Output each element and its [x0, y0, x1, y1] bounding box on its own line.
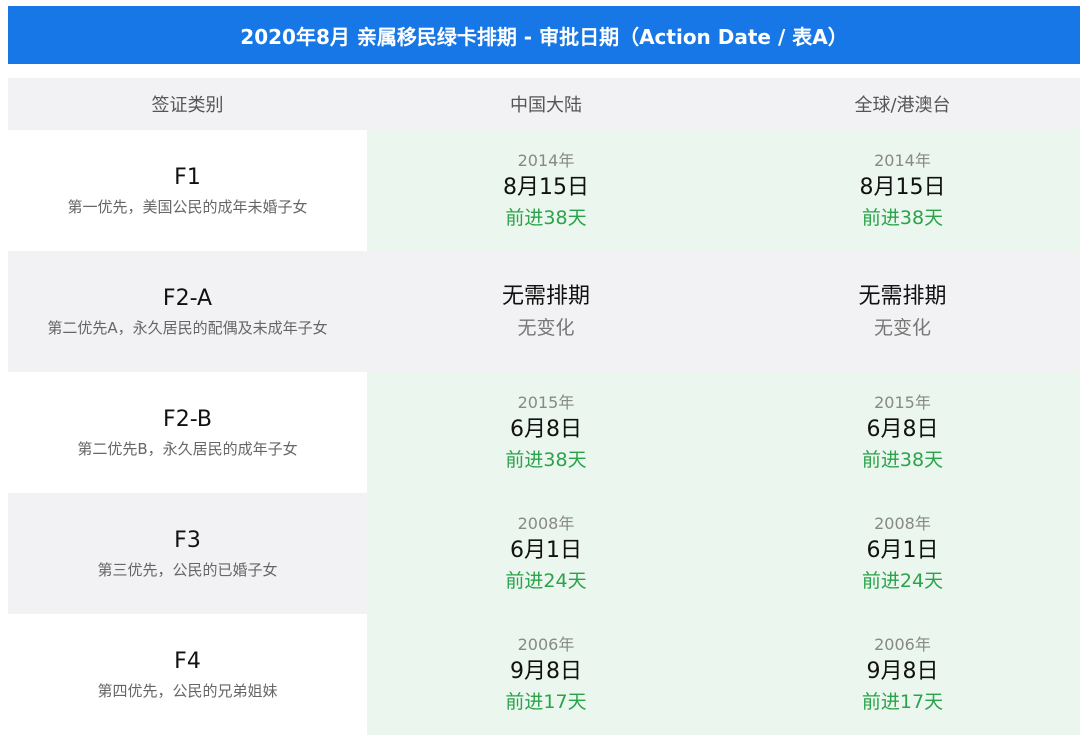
china-cell: 无需排期 无变化: [367, 251, 725, 372]
world-cell: 无需排期 无变化: [725, 251, 1080, 372]
change: 前进24天: [505, 569, 587, 592]
change: 前进17天: [505, 690, 587, 713]
world-cell: 2006年 9月8日 前进17天: [725, 614, 1080, 735]
column-header-category: 签证类别: [151, 95, 224, 116]
table-header-row: 签证类别 中国大陆 全球/港澳台: [8, 78, 1080, 130]
change: 前进38天: [505, 206, 587, 229]
category-cell: F1 第一优先，美国公民的成年未婚子女: [8, 130, 367, 251]
change: 前进38天: [505, 448, 587, 471]
world-cell: 2008年 6月1日 前进24天: [725, 493, 1080, 614]
world-cell: 2015年 6月8日 前进38天: [725, 372, 1080, 493]
change: 无变化: [873, 316, 931, 339]
category-code: F1: [174, 164, 201, 190]
date: 6月1日: [510, 537, 582, 563]
category-cell: F2-A 第二优先A，永久居民的配偶及未成年子女: [8, 251, 367, 372]
no-wait: 无需排期: [858, 283, 947, 309]
date: 8月15日: [503, 174, 589, 200]
category-desc: 第一优先，美国公民的成年未婚子女: [67, 197, 308, 216]
category-desc: 第二优先B，永久居民的成年子女: [77, 439, 298, 458]
column-header-world: 全球/港澳台: [854, 95, 951, 116]
change: 前进24天: [861, 569, 944, 592]
visa-bulletin-table: 签证类别 中国大陆 全球/港澳台 F1 第一优先，美国公民的成年未婚子女 201…: [8, 78, 1080, 735]
column-header-china: 中国大陆: [510, 95, 582, 116]
category-cell: F2-B 第二优先B，永久居民的成年子女: [8, 372, 367, 493]
year: 2008年: [517, 513, 575, 533]
category-cell: F3 第三优先，公民的已婚子女: [8, 493, 367, 614]
change: 无变化: [517, 316, 575, 339]
year: 2006年: [874, 634, 931, 654]
date: 6月8日: [866, 416, 939, 442]
table-row-f4: F4 第四优先，公民的兄弟姐妹 2006年 9月8日 前进17天 2006年 9…: [8, 614, 1080, 735]
year: 2008年: [874, 513, 931, 533]
year: 2015年: [517, 392, 575, 412]
table-title: 2020年8月 亲属移民绿卡排期 - 审批日期（Action Date / 表A…: [8, 6, 1080, 64]
table-row-f3: F3 第三优先，公民的已婚子女 2008年 6月1日 前进24天 2008年 6…: [8, 493, 1080, 614]
date: 6月8日: [510, 416, 582, 442]
category-code: F2-B: [163, 406, 212, 432]
year: 2006年: [517, 634, 575, 654]
date: 9月8日: [510, 658, 582, 684]
date: 9月8日: [866, 658, 939, 684]
china-cell: 2015年 6月8日 前进38天: [367, 372, 725, 493]
year: 2014年: [517, 150, 575, 170]
change: 前进38天: [861, 448, 944, 471]
category-desc: 第二优先A，永久居民的配偶及未成年子女: [47, 318, 328, 337]
no-wait: 无需排期: [501, 283, 590, 309]
change: 前进38天: [861, 206, 944, 229]
year: 2015年: [874, 392, 931, 412]
china-cell: 2006年 9月8日 前进17天: [367, 614, 725, 735]
category-desc: 第三优先，公民的已婚子女: [97, 560, 278, 579]
table-row-f1: F1 第一优先，美国公民的成年未婚子女 2014年 8月15日 前进38天 20…: [8, 130, 1080, 251]
year: 2014年: [874, 150, 931, 170]
change: 前进17天: [861, 690, 944, 713]
date: 6月1日: [866, 537, 939, 563]
china-cell: 2014年 8月15日 前进38天: [367, 130, 725, 251]
date: 8月15日: [859, 174, 946, 200]
category-code: F2-A: [162, 285, 213, 311]
category-code: F3: [174, 527, 201, 553]
category-cell: F4 第四优先，公民的兄弟姐妹: [8, 614, 367, 735]
world-cell: 2014年 8月15日 前进38天: [725, 130, 1080, 251]
table-row-f2a: F2-A 第二优先A，永久居民的配偶及未成年子女 无需排期 无变化 无需排期 无…: [8, 251, 1080, 372]
category-desc: 第四优先，公民的兄弟姐妹: [97, 681, 278, 700]
category-code: F4: [174, 648, 201, 674]
table-row-f2b: F2-B 第二优先B，永久居民的成年子女 2015年 6月8日 前进38天 20…: [8, 372, 1080, 493]
china-cell: 2008年 6月1日 前进24天: [367, 493, 725, 614]
